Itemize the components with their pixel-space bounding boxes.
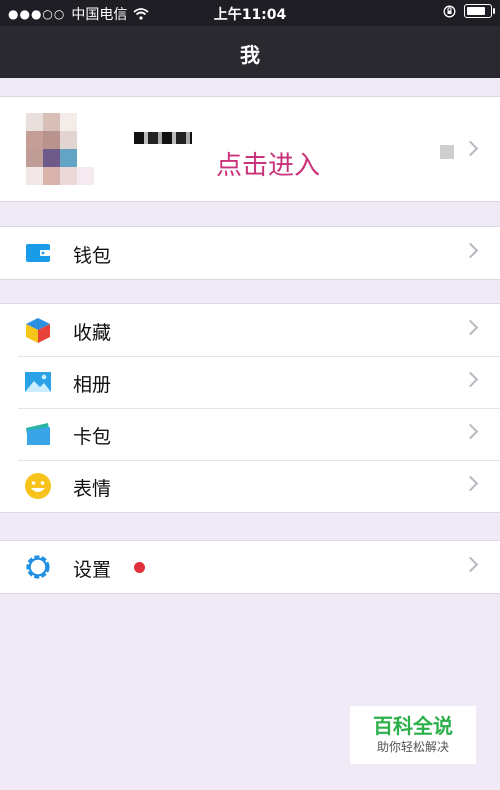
menu-item-label: 卡包 — [73, 426, 112, 448]
menu-item-label: 相册 — [73, 374, 112, 396]
album-icon — [25, 372, 51, 392]
battery-icon — [464, 4, 495, 18]
chevron-right-icon — [462, 242, 479, 259]
watermark-brand: 百科全说 — [373, 714, 453, 738]
navigation-bar: 我 — [0, 26, 500, 78]
menu-item-label: 表情 — [73, 478, 112, 500]
chevron-right-icon — [462, 371, 479, 388]
rotation-lock-icon — [443, 5, 456, 17]
gear-icon — [26, 555, 50, 579]
wallet-section: 钱包 — [0, 226, 500, 280]
status-time: 上午11:04 — [213, 7, 287, 23]
watermark-tagline: 助你轻松解决 — [376, 740, 449, 754]
collections-section: 收藏 相册 卡包 表情 — [0, 303, 500, 513]
chevron-right-icon — [462, 140, 479, 157]
status-right — [443, 4, 495, 18]
menu-item-label: 收藏 — [73, 322, 112, 344]
menu-item-emoji[interactable]: 表情 — [0, 460, 500, 512]
chevron-right-icon — [462, 423, 479, 440]
menu-item-label: 钱包 — [73, 245, 112, 267]
profile-card[interactable]: 点击进入 — [0, 96, 500, 202]
page-title: 我 — [240, 43, 260, 67]
menu-item-label: 设置 — [73, 559, 112, 581]
watermark-logo: 百科全说 助你轻松解决 — [350, 706, 476, 764]
avatar — [26, 113, 94, 185]
chevron-right-icon — [462, 556, 479, 573]
menu-item-album[interactable]: 相册 — [0, 356, 500, 408]
chevron-right-icon — [462, 319, 479, 336]
qr-code-icon — [440, 145, 454, 159]
menu-item-settings[interactable]: 设置 — [0, 541, 500, 593]
enter-profile-label: 点击进入 — [216, 151, 321, 181]
nickname-pixelated — [134, 132, 192, 144]
card-icon — [26, 423, 50, 445]
menu-item-wallet[interactable]: 钱包 — [0, 227, 500, 279]
status-bar: ●●●○○ 中国电信 上午11:04 — [0, 0, 500, 26]
favorites-cube-icon — [26, 318, 50, 343]
wallet-icon — [26, 244, 50, 262]
notification-dot — [134, 562, 145, 573]
settings-section: 设置 — [0, 540, 500, 594]
menu-item-favorites[interactable]: 收藏 — [0, 304, 500, 356]
menu-item-card-pack[interactable]: 卡包 — [0, 408, 500, 460]
chevron-right-icon — [462, 475, 479, 492]
emoji-icon — [25, 473, 51, 499]
